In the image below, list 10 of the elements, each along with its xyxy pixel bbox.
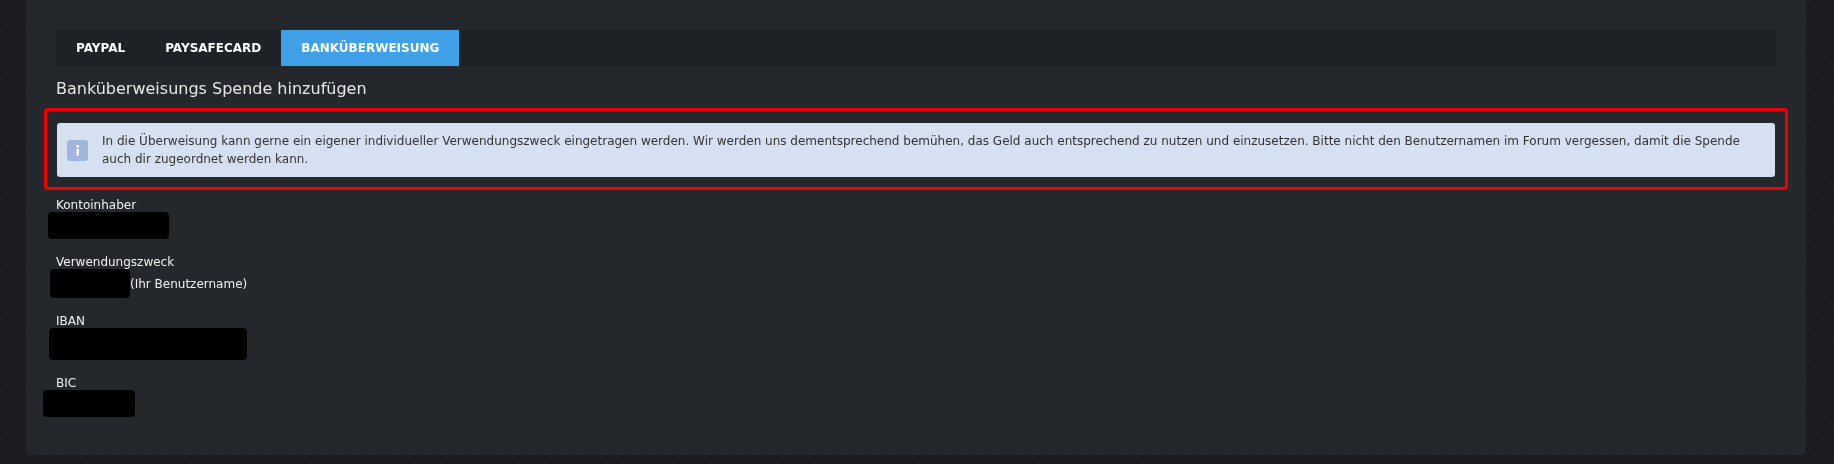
- field-label: IBAN: [56, 314, 86, 328]
- field-label: BIC: [56, 376, 78, 390]
- payment-tab[interactable]: PAYPAL: [56, 30, 146, 66]
- payment-tab[interactable]: PAYSAFECARD: [145, 30, 282, 66]
- field-label: Verwendungszweck: [56, 255, 176, 269]
- field-label: Kontoinhaber: [56, 198, 138, 212]
- notice-text: In die Überweisung kann gerne ein eigener individueller Verwendungszweck eingetragen werden. Wir werden uns dementsprechend bemühen, das Geld auch entsprechend zu nutzen und einzusetzen. Bitte nicht den Benutzernamen im Forum vergessen, damit die Spende auch dir zugeordnet werden kann.: [102, 132, 1741, 168]
- section-heading: Banküberweisungs Spende hinzufügen: [56, 79, 368, 98]
- info-icon: [67, 139, 88, 161]
- field-note: (Ihr Benutzername): [130, 276, 248, 291]
